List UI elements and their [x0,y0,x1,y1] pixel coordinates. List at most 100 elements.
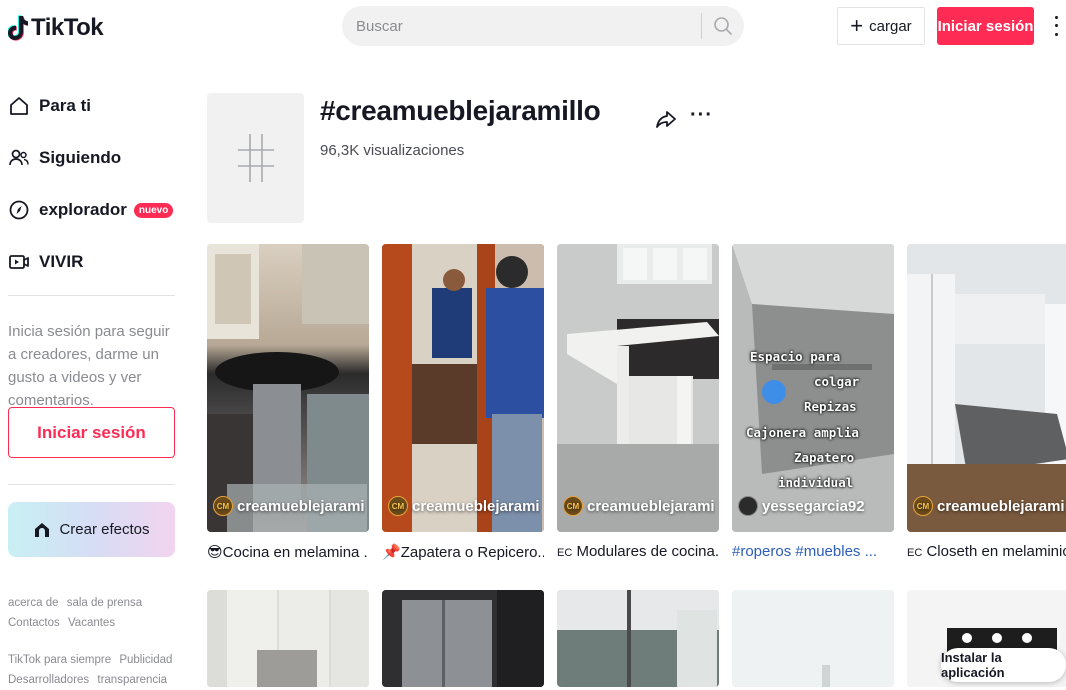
video-card[interactable] [207,590,369,687]
create-effects-button[interactable]: Crear efectos [8,502,175,557]
video-caption[interactable]: 📌Zapatera o Repicero... [382,543,544,561]
author-avatar: CM [913,496,933,516]
author-name: creamueblejarami... [412,497,540,515]
video-author[interactable]: CM creamueblejarami... [913,496,1065,516]
video-thumbnail [207,244,369,532]
upload-button[interactable]: + cargar [837,7,925,45]
sidebar-item-label: Para ti [39,96,91,115]
overlay-text: Cajonera amplia [746,425,859,440]
compass-icon [8,199,30,221]
sidebar-item-label: VIVIR [39,252,84,271]
footer-link[interactable]: Contactos [8,617,60,629]
search-button[interactable] [702,6,744,46]
video-author[interactable]: CM creamueblejarami... [388,496,540,516]
author-avatar: CM [563,496,583,516]
create-effects-label: Crear efectos [59,521,150,538]
caption-text: Zapatera o Repicero... [400,544,544,561]
hashtag-icon [237,134,274,182]
author-name: yessegarcia92 [762,497,865,515]
overlay-text: individual [778,475,854,490]
hashtag-views: 96,3K visualizaciones [320,142,465,159]
footer-links-primary: acerca de sala de prensa Contactos Vacan… [8,593,183,633]
video-caption[interactable]: EC Modulares de cocina... [557,543,719,560]
video-thumbnail [732,590,894,687]
tiktok-note-icon [8,15,28,41]
sidebar: Para ti Siguiendo explorador nuevo VIVIR… [0,58,190,687]
video-caption[interactable]: #roperos #muebles ... [732,543,894,560]
effect-house-icon [35,522,50,537]
sidebar-item-label: explorador [39,200,127,219]
login-prompt-text: Inicia sesión para seguir a creadores, d… [8,323,170,409]
search-input[interactable] [342,6,701,46]
logo-text: TikTok [31,14,104,41]
caption-text: Modulares de cocina... [576,543,719,560]
video-caption[interactable]: 😎Cocina en melamina ... [207,543,369,561]
hashtag-avatar [207,93,304,223]
video-card[interactable] [382,590,544,687]
home-icon [8,95,30,117]
video-thumbnail [382,244,544,532]
caption-emoji: 😎 [207,544,223,561]
overlay-text: Zapatero [794,450,855,465]
footer-link[interactable]: sala de prensa [67,597,142,609]
overlay-text: Espacio para [750,349,841,364]
upload-label: cargar [869,17,912,35]
footer-link[interactable]: Desarrolladores [8,674,89,686]
search-bar [342,6,744,46]
share-icon[interactable] [654,107,678,131]
footer-links-secondary: TikTok para siempre Publicidad Desarroll… [8,650,183,690]
video-thumbnail [907,244,1066,532]
author-avatar: CM [213,496,233,516]
caption-flag: EC [557,547,573,559]
video-caption[interactable]: EC Closeth en melaminic... [907,543,1066,560]
video-card[interactable]: CM creamueblejarami... [382,244,544,532]
author-name: creamueblejarami... [587,497,715,515]
caption-emoji: 📌 [382,544,401,561]
footer-link[interactable]: acerca de [8,597,59,609]
video-card[interactable]: CM creamueblejarami... [907,244,1066,532]
video-thumbnail [557,244,719,532]
hashtag-title: #creamueblejaramillo [320,95,601,126]
overlay-text: colgar [814,374,860,389]
video-card[interactable]: CM creamueblejarami... [207,244,369,532]
author-name: creamueblejarami... [237,497,365,515]
sidebar-item-vivir[interactable]: VIVIR [8,248,83,276]
footer-link[interactable]: transparencia [97,674,167,686]
new-badge: nuevo [133,202,174,218]
video-author[interactable]: yessegarcia92 [738,496,890,516]
footer-link[interactable]: TikTok para siempre [8,654,111,666]
sidebar-login-button[interactable]: Iniciar sesión [8,407,175,458]
author-name: creamueblejarami... [937,497,1065,515]
footer-link[interactable]: Publicidad [119,654,172,666]
caption-text: #roperos #muebles ... [732,543,878,560]
caption-text: Cocina en melamina ... [222,544,369,561]
video-author[interactable]: CM creamueblejarami... [563,496,715,516]
top-bar: TikTok + cargar Iniciar sesión [0,0,1066,58]
live-icon [8,251,30,273]
plus-icon: + [850,13,864,38]
video-card[interactable] [732,590,894,687]
author-avatar: CM [388,496,408,516]
sidebar-item-label: Siguiendo [39,148,122,167]
login-button[interactable]: Iniciar sesión [937,7,1034,45]
sidebar-divider [8,295,175,296]
caption-text: Closeth en melaminic... [926,543,1066,560]
people-icon [8,147,30,169]
sidebar-item-explorador[interactable]: explorador nuevo [8,196,174,224]
caption-flag: EC [907,547,923,559]
sidebar-item-para-ti[interactable]: Para ti [8,92,91,120]
video-author[interactable]: CM creamueblejarami... [213,496,365,516]
install-app-button[interactable]: Instalar la aplicación [941,648,1066,682]
author-avatar [738,496,758,516]
video-thumbnail [207,590,369,687]
more-options-icon[interactable] [1050,13,1062,39]
search-icon [714,17,732,35]
video-card[interactable]: CM creamueblejarami... [557,244,719,532]
footer-link[interactable]: Vacantes [68,617,115,629]
sidebar-item-siguiendo[interactable]: Siguiendo [8,144,121,172]
tiktok-logo[interactable]: TikTok [8,14,104,42]
video-card[interactable]: Espacio para colgar Repizas Cajonera amp… [732,244,894,532]
more-actions-icon[interactable]: ··· [690,104,713,127]
sidebar-divider [8,484,175,485]
video-card[interactable] [557,590,719,687]
